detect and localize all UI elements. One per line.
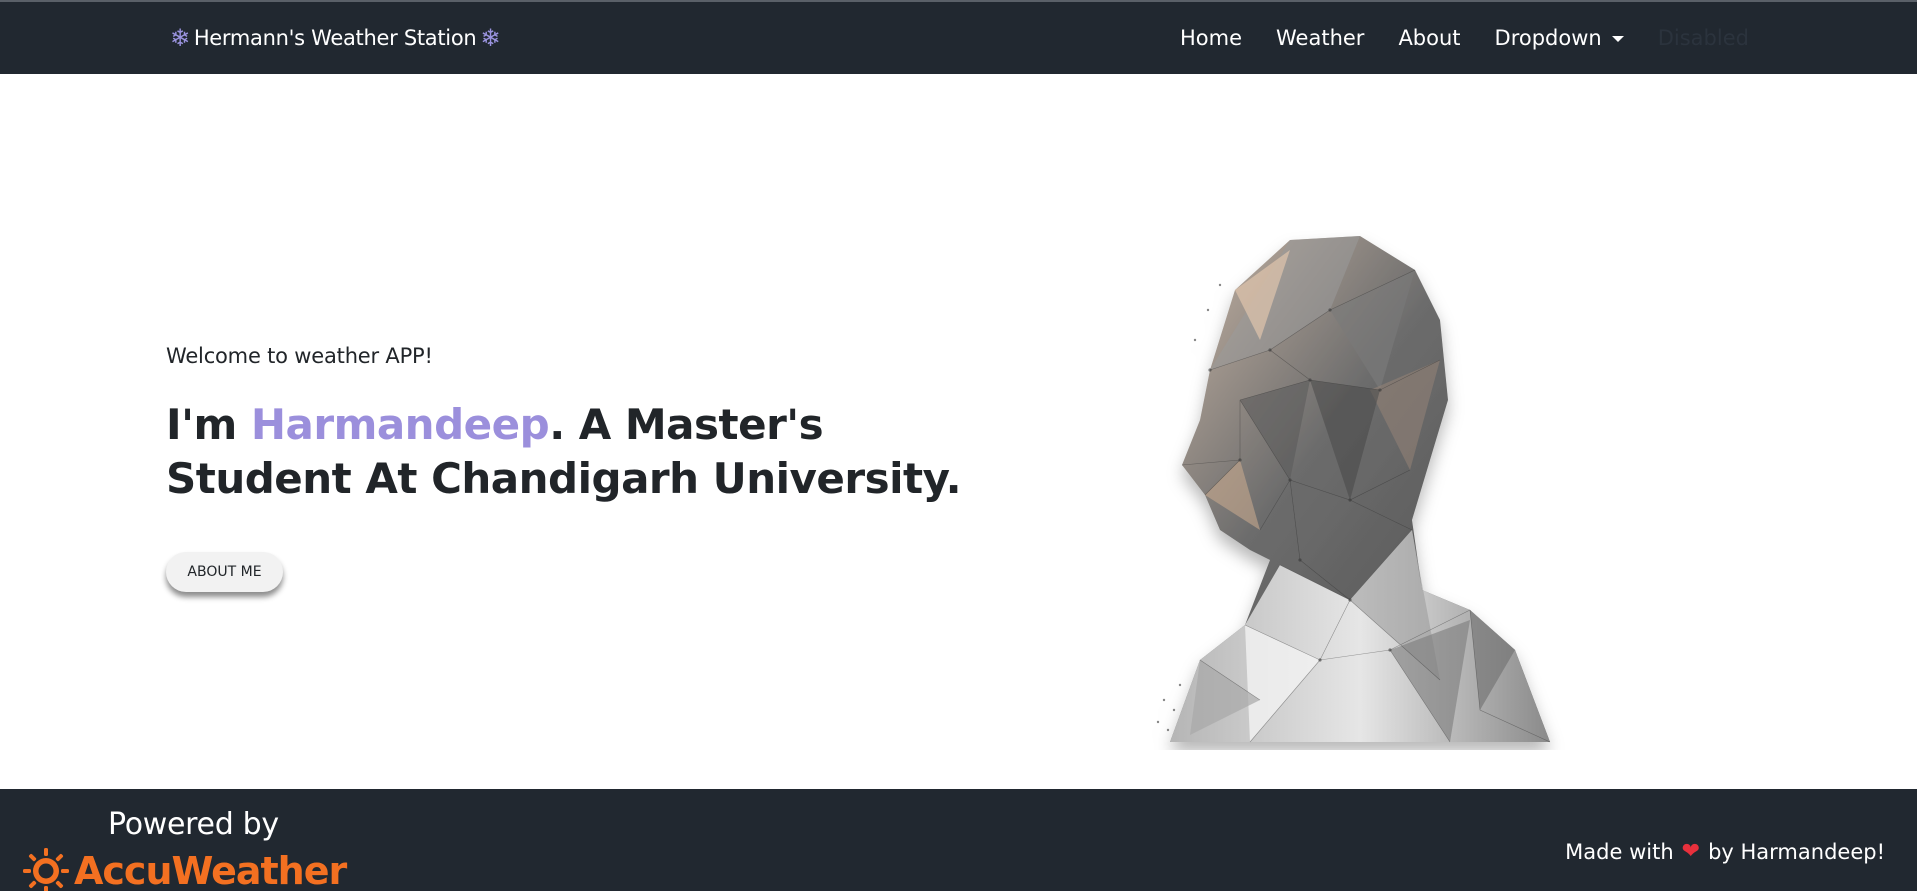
accuweather-logo[interactable]: AccuWeather <box>22 847 347 891</box>
made-with-suffix: by Harmandeep! <box>1708 839 1885 864</box>
low-poly-portrait-image <box>1156 236 1551 743</box>
brand-label: Hermann's Weather Station <box>193 26 477 50</box>
headline-prefix: I'm <box>166 400 251 449</box>
snowflake-icon: ❄ <box>170 24 190 52</box>
accuweather-wordmark: AccuWeather <box>74 849 347 891</box>
heart-icon: ❤ <box>1681 839 1701 864</box>
nav-link-disabled: Disabled <box>1657 26 1749 50</box>
about-me-button[interactable]: ABOUT ME <box>166 552 283 592</box>
powered-by-label: Powered by <box>108 807 279 842</box>
headline-name: Harmandeep <box>250 400 550 449</box>
welcome-text: Welcome to weather APP! <box>166 344 433 368</box>
sun-icon <box>23 848 69 891</box>
nav-link-home[interactable]: Home <box>1180 26 1242 50</box>
hero-section: Welcome to weather APP! I'm Harmandeep. … <box>166 344 966 506</box>
nav-links: Home Weather About Dropdown Disabled <box>1180 2 1783 74</box>
caret-down-icon <box>1611 36 1624 42</box>
nav-dropdown-label: Dropdown <box>1494 26 1602 50</box>
navbar-brand[interactable]: ❄ Hermann's Weather Station ❄ <box>170 2 501 74</box>
made-with-credit: Made with ❤ by Harmandeep! <box>1565 839 1885 864</box>
made-with-prefix: Made with <box>1565 839 1674 864</box>
nav-link-about[interactable]: About <box>1398 26 1460 50</box>
nav-dropdown[interactable]: Dropdown <box>1495 26 1624 50</box>
navbar: ❄ Hermann's Weather Station ❄ Home Weath… <box>0 2 1917 74</box>
hero-headline: I'm Harmandeep. A Master's Student At Ch… <box>166 398 966 506</box>
footer: Powered by AccuWeather Made with ❤ by Ha… <box>0 789 1917 891</box>
nav-link-weather[interactable]: Weather <box>1276 26 1364 50</box>
snowflake-icon: ❄ <box>480 24 501 52</box>
